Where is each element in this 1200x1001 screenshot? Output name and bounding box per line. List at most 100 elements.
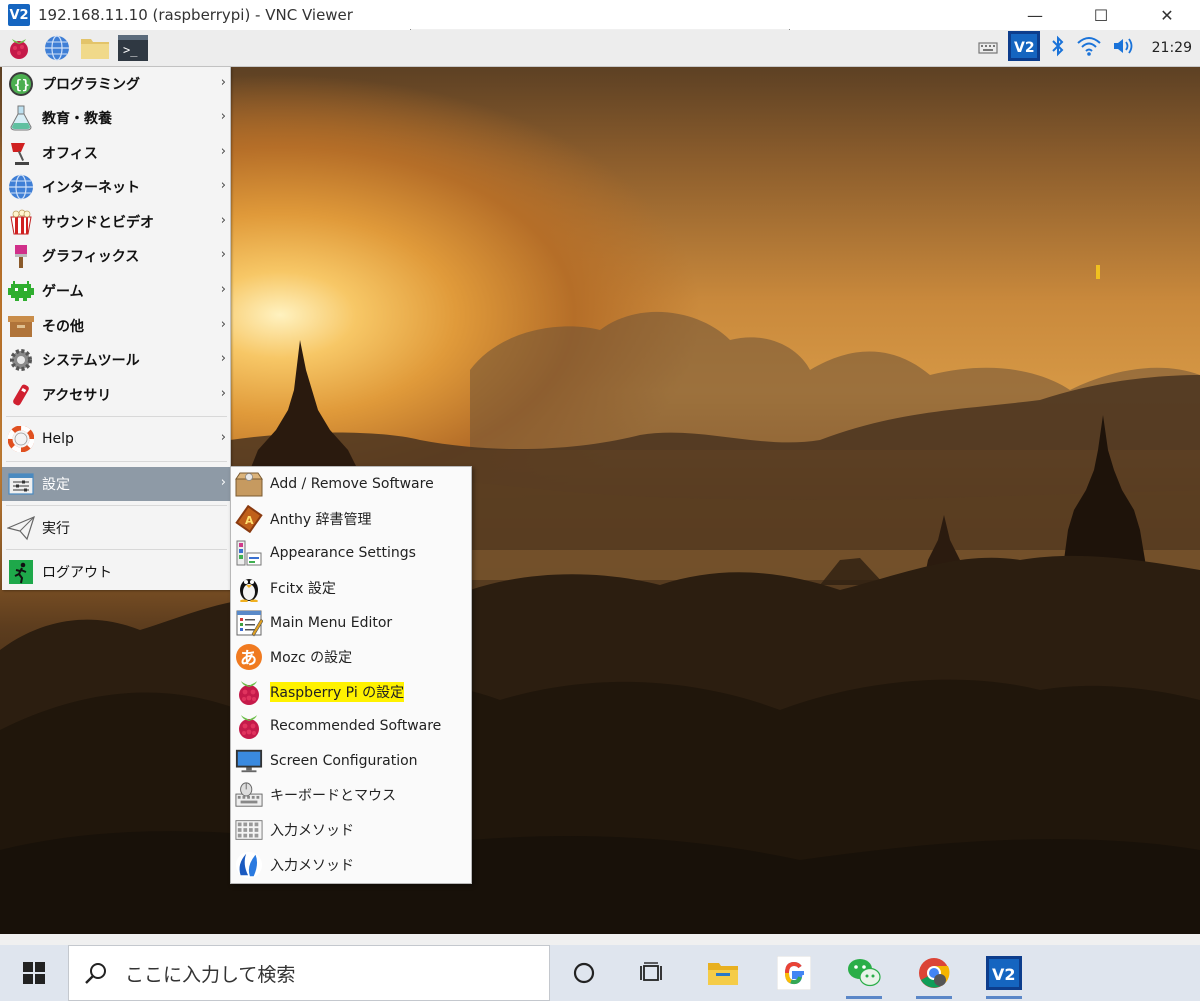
- chevron-right-icon: ›: [220, 475, 226, 490]
- svg-text:A: A: [245, 514, 254, 527]
- menu-item-programming[interactable]: {} プログラミング ›: [2, 67, 231, 101]
- chevron-right-icon: ›: [220, 144, 226, 159]
- menu-item-office[interactable]: オフィス ›: [2, 136, 231, 170]
- monitor-icon: [235, 747, 263, 775]
- menu-editor-icon: [235, 609, 263, 637]
- submenu-item-add-remove-software[interactable]: Add / Remove Software: [231, 467, 471, 501]
- menu-item-label: ゲーム: [42, 284, 84, 300]
- preferences-submenu: Add / Remove Software A Anthy 辞書管理 Appea…: [230, 466, 472, 884]
- ibus-icon: [235, 851, 263, 879]
- submenu-item-label: Add / Remove Software: [270, 476, 434, 492]
- vnc-title-bar: V2 192.168.11.10 (raspberrypi) - VNC Vie…: [0, 0, 1200, 30]
- menu-divider: [6, 549, 227, 550]
- appearance-icon: [235, 539, 263, 567]
- chevron-right-icon: ›: [220, 247, 226, 262]
- menu-item-label: アクセサリ: [42, 388, 112, 404]
- menu-item-label: 設定: [42, 477, 70, 493]
- bluetooth-icon[interactable]: [1050, 35, 1066, 61]
- minimize-button[interactable]: —: [1002, 0, 1068, 30]
- logout-icon: [7, 558, 35, 586]
- accessories-icon: [7, 381, 35, 409]
- submenu-item-screen-configuration[interactable]: Screen Configuration: [231, 744, 471, 778]
- submenu-item-anthy-dictionary[interactable]: A Anthy 辞書管理: [231, 502, 471, 536]
- submenu-item-fcitx-settings[interactable]: Fcitx 設定: [231, 571, 471, 605]
- menu-item-internet[interactable]: インターネット ›: [2, 170, 231, 204]
- menu-item-label: 教育・教養: [42, 111, 112, 127]
- menu-item-label: プログラミング: [42, 77, 140, 93]
- vnc-logo-icon: V2: [8, 4, 30, 26]
- submenu-item-appearance-settings[interactable]: Appearance Settings: [231, 536, 471, 570]
- menu-divider: [6, 505, 227, 506]
- submenu-item-label: Raspberry Pi の設定: [270, 682, 405, 702]
- raspberry-icon: [235, 678, 263, 706]
- submenu-item-raspberry-pi-settings[interactable]: Raspberry Pi の設定: [231, 675, 471, 709]
- submenu-item-mozc-settings[interactable]: あ Mozc の設定: [231, 640, 471, 674]
- submenu-item-label: Fcitx 設定: [270, 581, 336, 597]
- submenu-item-input-method[interactable]: 入力メソッド: [231, 813, 471, 847]
- menu-item-sound-video[interactable]: サウンドとビデオ ›: [2, 205, 231, 239]
- wechat-icon[interactable]: [838, 945, 890, 1001]
- chevron-right-icon: ›: [220, 351, 226, 366]
- menu-item-education[interactable]: 教育・教養 ›: [2, 101, 231, 135]
- menu-item-label: グラフィックス: [42, 249, 140, 265]
- submenu-item-input-method-ibus[interactable]: 入力メソッド: [231, 848, 471, 882]
- keyboard-icon[interactable]: [978, 38, 998, 58]
- panel-launchers: >_: [4, 33, 148, 63]
- submenu-item-label: 入力メソッド: [270, 823, 354, 839]
- task-view-icon[interactable]: [626, 945, 678, 1001]
- office-icon: [7, 139, 35, 167]
- cortana-icon[interactable]: [558, 945, 610, 1001]
- chevron-right-icon: ›: [220, 75, 226, 90]
- running-indicator: [916, 996, 952, 999]
- submenu-item-main-menu-editor[interactable]: Main Menu Editor: [231, 606, 471, 640]
- menu-item-label: オフィス: [42, 146, 98, 162]
- raspberry-menu-icon[interactable]: [4, 33, 34, 63]
- terminal-icon[interactable]: >_: [118, 33, 148, 63]
- menu-item-label: システムツール: [42, 353, 140, 369]
- windows-start-icon[interactable]: [0, 945, 68, 1001]
- web-browser-icon[interactable]: [42, 33, 72, 63]
- volume-icon[interactable]: [1112, 36, 1138, 60]
- menu-item-label: Help: [42, 431, 74, 447]
- google-icon[interactable]: [768, 945, 820, 1001]
- keyboard-mouse-icon: [235, 781, 263, 809]
- svg-text:{}: {}: [14, 78, 30, 93]
- running-indicator: [846, 996, 882, 999]
- menu-divider: [6, 416, 227, 417]
- menu-item-run[interactable]: 実行: [2, 511, 231, 545]
- menu-item-logout[interactable]: ログアウト: [2, 555, 231, 589]
- submenu-item-label: 入力メソッド: [270, 858, 354, 874]
- submenu-item-label: Recommended Software: [270, 718, 442, 734]
- search-icon: [85, 962, 107, 984]
- submenu-item-label: キーボードとマウス: [270, 788, 396, 804]
- file-explorer-icon[interactable]: [697, 945, 749, 1001]
- close-button[interactable]: ✕: [1134, 0, 1200, 30]
- wifi-icon[interactable]: [1076, 35, 1102, 61]
- submenu-item-label: Screen Configuration: [270, 753, 418, 769]
- panel-clock[interactable]: 21:29: [1152, 40, 1192, 56]
- chrome-icon[interactable]: [908, 945, 960, 1001]
- games-icon: [7, 277, 35, 305]
- menu-item-label: インターネット: [42, 180, 140, 196]
- menu-item-graphics[interactable]: グラフィックス ›: [2, 239, 231, 273]
- menu-item-label: ログアウト: [42, 565, 112, 581]
- submenu-item-recommended-software[interactable]: Recommended Software: [231, 709, 471, 743]
- chevron-right-icon: ›: [220, 282, 226, 297]
- maximize-button[interactable]: ☐: [1068, 0, 1134, 30]
- submenu-item-keyboard-mouse[interactable]: キーボードとマウス: [231, 778, 471, 812]
- menu-item-games[interactable]: ゲーム ›: [2, 274, 231, 308]
- svg-text:V2: V2: [992, 965, 1016, 984]
- submenu-item-label: Main Menu Editor: [270, 615, 393, 631]
- menu-item-preferences[interactable]: 設定 ›: [2, 467, 231, 501]
- chevron-right-icon: ›: [220, 109, 226, 124]
- menu-item-system-tools[interactable]: システムツール ›: [2, 343, 231, 377]
- education-icon: [7, 104, 35, 132]
- vnc-icon[interactable]: V2: [1007, 31, 1040, 65]
- vnc-viewer-icon[interactable]: V2: [978, 945, 1030, 1001]
- menu-item-other[interactable]: その他 ›: [2, 309, 231, 343]
- chevron-right-icon: ›: [220, 213, 226, 228]
- menu-item-help[interactable]: Help ›: [2, 422, 231, 456]
- file-manager-icon[interactable]: [80, 33, 110, 63]
- taskbar-search-box[interactable]: ここに入力して検索: [68, 945, 550, 1001]
- menu-item-accessories[interactable]: アクセサリ ›: [2, 378, 231, 412]
